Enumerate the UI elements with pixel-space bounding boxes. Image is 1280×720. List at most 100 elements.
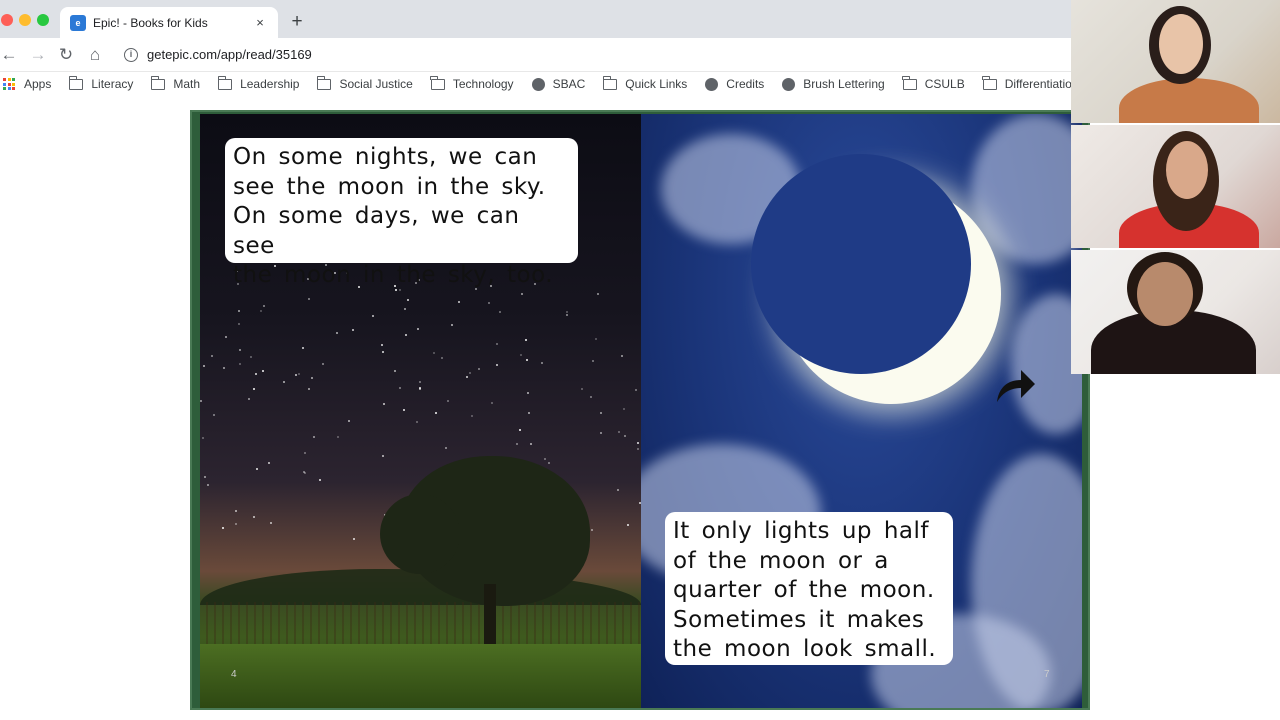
apps-icon (3, 78, 15, 90)
bookmark-label: Technology (452, 77, 514, 91)
page-number-left: 4 (231, 669, 237, 680)
participant-avatar (1119, 78, 1259, 123)
star-image (527, 411, 530, 414)
bookmark-leadership[interactable]: Leadership (217, 75, 299, 91)
url-bar[interactable]: getepic.com/app/read/35169 (147, 47, 312, 62)
back-arrow-icon[interactable]: ← (0, 45, 19, 65)
folder-icon (316, 75, 332, 90)
star-image (253, 388, 256, 391)
star-image (521, 292, 524, 295)
star-image (248, 397, 251, 400)
bookmark-technology[interactable]: Technology (430, 75, 514, 91)
star-image (418, 381, 421, 384)
star-image (336, 436, 339, 439)
star-image (263, 305, 266, 308)
star-image (596, 293, 599, 296)
star-image (307, 388, 310, 391)
star-image (469, 371, 472, 374)
text-line: On some nights, we can (233, 144, 538, 170)
star-image (200, 400, 203, 403)
star-image (352, 537, 355, 540)
reload-icon[interactable]: ↻ (56, 45, 76, 65)
star-image (262, 369, 265, 372)
maximize-window-button[interactable] (37, 14, 49, 26)
bookmark-csulb[interactable]: CSULB (902, 75, 965, 91)
star-image (478, 367, 481, 370)
bookmark-literacy[interactable]: Literacy (68, 75, 134, 91)
globe-icon (782, 77, 796, 91)
bookmark-credits[interactable]: Credits (705, 77, 764, 91)
bookmark-brush-lettering[interactable]: Brush Lettering (782, 77, 885, 91)
address-toolbar: ← → ↻ ⌂ i getepic.com/app/read/35169 (0, 38, 1071, 72)
star-image (634, 388, 637, 391)
star-image (254, 373, 257, 376)
participant-face (1166, 141, 1208, 199)
participant-video-2[interactable] (1071, 125, 1280, 248)
minimize-window-button[interactable] (19, 14, 31, 26)
site-info-icon[interactable]: i (124, 48, 138, 62)
star-image (283, 381, 286, 384)
star-image (496, 342, 499, 345)
star-image (624, 434, 627, 437)
text-line: the moon look small. (673, 636, 937, 662)
star-image (237, 322, 240, 325)
star-image (212, 414, 215, 417)
tab-close-icon[interactable]: × (252, 15, 268, 30)
star-image (253, 515, 256, 518)
star-image (310, 376, 313, 379)
participant-face (1137, 262, 1193, 326)
tab-epic-books[interactable]: e Epic! - Books for Kids × (60, 7, 278, 38)
forward-arrow-icon[interactable]: → (28, 45, 48, 65)
next-page-arrow-icon[interactable] (995, 368, 1037, 404)
close-window-button[interactable] (1, 14, 13, 26)
folder-icon (217, 75, 233, 90)
grass-image (200, 644, 641, 708)
star-image (201, 437, 204, 440)
left-page-text-box: On some nights, we can see the moon in t… (225, 138, 578, 288)
bookmark-math[interactable]: Math (150, 75, 200, 91)
bookmark-label: Apps (24, 77, 52, 91)
tree-trunk-image (484, 584, 496, 644)
star-image (418, 386, 421, 389)
star-image (417, 328, 420, 331)
star-image (321, 362, 324, 365)
bookmark-sbac[interactable]: SBAC (531, 77, 585, 91)
participant-video-1[interactable] (1071, 0, 1280, 123)
bookmark-label: Literacy (91, 77, 134, 91)
star-image (636, 441, 639, 444)
star-image (496, 364, 499, 367)
text-line: of the moon or a (673, 547, 889, 574)
book-page-left[interactable]: On some nights, we can see the moon in t… (200, 114, 641, 708)
book-page-right[interactable]: It only lights up half of the moon or a … (641, 114, 1082, 708)
star-image (447, 400, 450, 403)
new-tab-button[interactable]: + (286, 12, 308, 34)
star-image (525, 338, 528, 341)
bookmark-social-justice[interactable]: Social Justice (316, 75, 413, 91)
globe-icon (531, 77, 545, 91)
bookmark-quick-links[interactable]: Quick Links (602, 75, 688, 91)
home-icon[interactable]: ⌂ (85, 45, 105, 65)
bookmark-differentiation[interactable]: Differentiation (982, 75, 1071, 91)
folder-icon (982, 75, 997, 90)
star-image (381, 351, 384, 354)
bookmark-label: Credits (726, 77, 765, 91)
text-line: the moon in the sky, too. (233, 262, 554, 288)
browser-window: e Epic! - Books for Kids × + ← → ↻ ⌂ i g… (0, 0, 1090, 720)
star-image (540, 362, 543, 365)
bookmark-label: Quick Links (625, 77, 688, 91)
star-image (235, 523, 238, 526)
star-image (336, 331, 339, 334)
bookmark-apps[interactable]: Apps (0, 77, 51, 91)
participant-video-3[interactable] (1071, 250, 1280, 374)
star-image (516, 442, 519, 445)
folder-icon (902, 75, 917, 90)
star-image (381, 454, 384, 457)
star-image (249, 355, 252, 358)
star-image (207, 484, 210, 487)
bookmark-label: CSULB (924, 77, 965, 91)
folder-icon (68, 75, 84, 90)
star-image (627, 523, 630, 526)
tab-strip: e Epic! - Books for Kids × + (0, 0, 1071, 38)
star-image (381, 343, 384, 346)
star-image (270, 521, 273, 524)
